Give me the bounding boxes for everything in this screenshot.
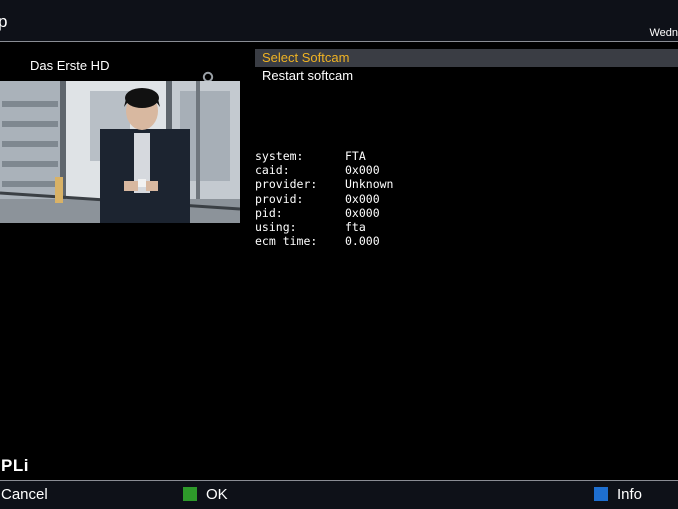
blue-key-icon (594, 487, 608, 501)
info-key: provider: (255, 177, 318, 192)
info-value: 0x000 (345, 163, 380, 178)
header-divider (0, 41, 678, 42)
info-value: 0x000 (345, 191, 380, 206)
page-title: p (0, 12, 8, 31)
info-row-provider: provider: Unknown (255, 177, 393, 191)
ecm-info-panel: system: FTA caid: 0x000 provider: Unknown p… (255, 149, 393, 248)
footer-bar (0, 480, 678, 509)
info-row-provid: provid: 0x000 (255, 192, 393, 206)
green-key-icon (183, 487, 197, 501)
cancel-button[interactable]: Cancel (1, 486, 48, 504)
header-bar: p Wedn (0, 0, 678, 42)
info-key: using: (255, 219, 297, 234)
info-row-using: using: fta (255, 220, 393, 234)
info-value: Unknown (345, 177, 394, 192)
ok-button[interactable]: OK (183, 486, 228, 504)
channel-name: Das Erste HD (30, 58, 110, 73)
cancel-label: Cancel (1, 486, 48, 503)
info-key: provid: (255, 191, 304, 206)
ok-label: OK (206, 486, 228, 503)
info-key: ecm time: (255, 234, 318, 249)
info-row-pid: pid: 0x000 (255, 206, 393, 220)
info-row-caid: caid: 0x000 (255, 163, 393, 177)
softcam-setup-screen: p Wedn Das Erste HD Select Softcam Resta… (0, 0, 678, 509)
footer-divider (0, 480, 678, 481)
menu-item-restart-softcam[interactable]: Restart softcam (255, 67, 678, 85)
softcam-menu[interactable]: Select Softcam Restart softcam (255, 49, 678, 85)
info-row-system: system: FTA (255, 149, 393, 163)
info-value: FTA (345, 149, 366, 163)
pli-logo: PLi (1, 456, 29, 475)
clock-date: Wedn (649, 27, 678, 39)
info-value: 0.000 (345, 234, 380, 249)
info-value: fta (345, 219, 366, 234)
menu-item-select-softcam[interactable]: Select Softcam (255, 49, 678, 67)
info-value: 0x000 (345, 205, 380, 220)
info-button[interactable]: Info (594, 486, 642, 504)
info-key: system: (255, 149, 304, 163)
tv-preview-video (0, 81, 240, 223)
info-label: Info (617, 486, 643, 503)
info-key: caid: (255, 163, 290, 178)
info-row-ecm-time: ecm time: 0.000 (255, 234, 393, 248)
info-key: pid: (255, 205, 283, 220)
